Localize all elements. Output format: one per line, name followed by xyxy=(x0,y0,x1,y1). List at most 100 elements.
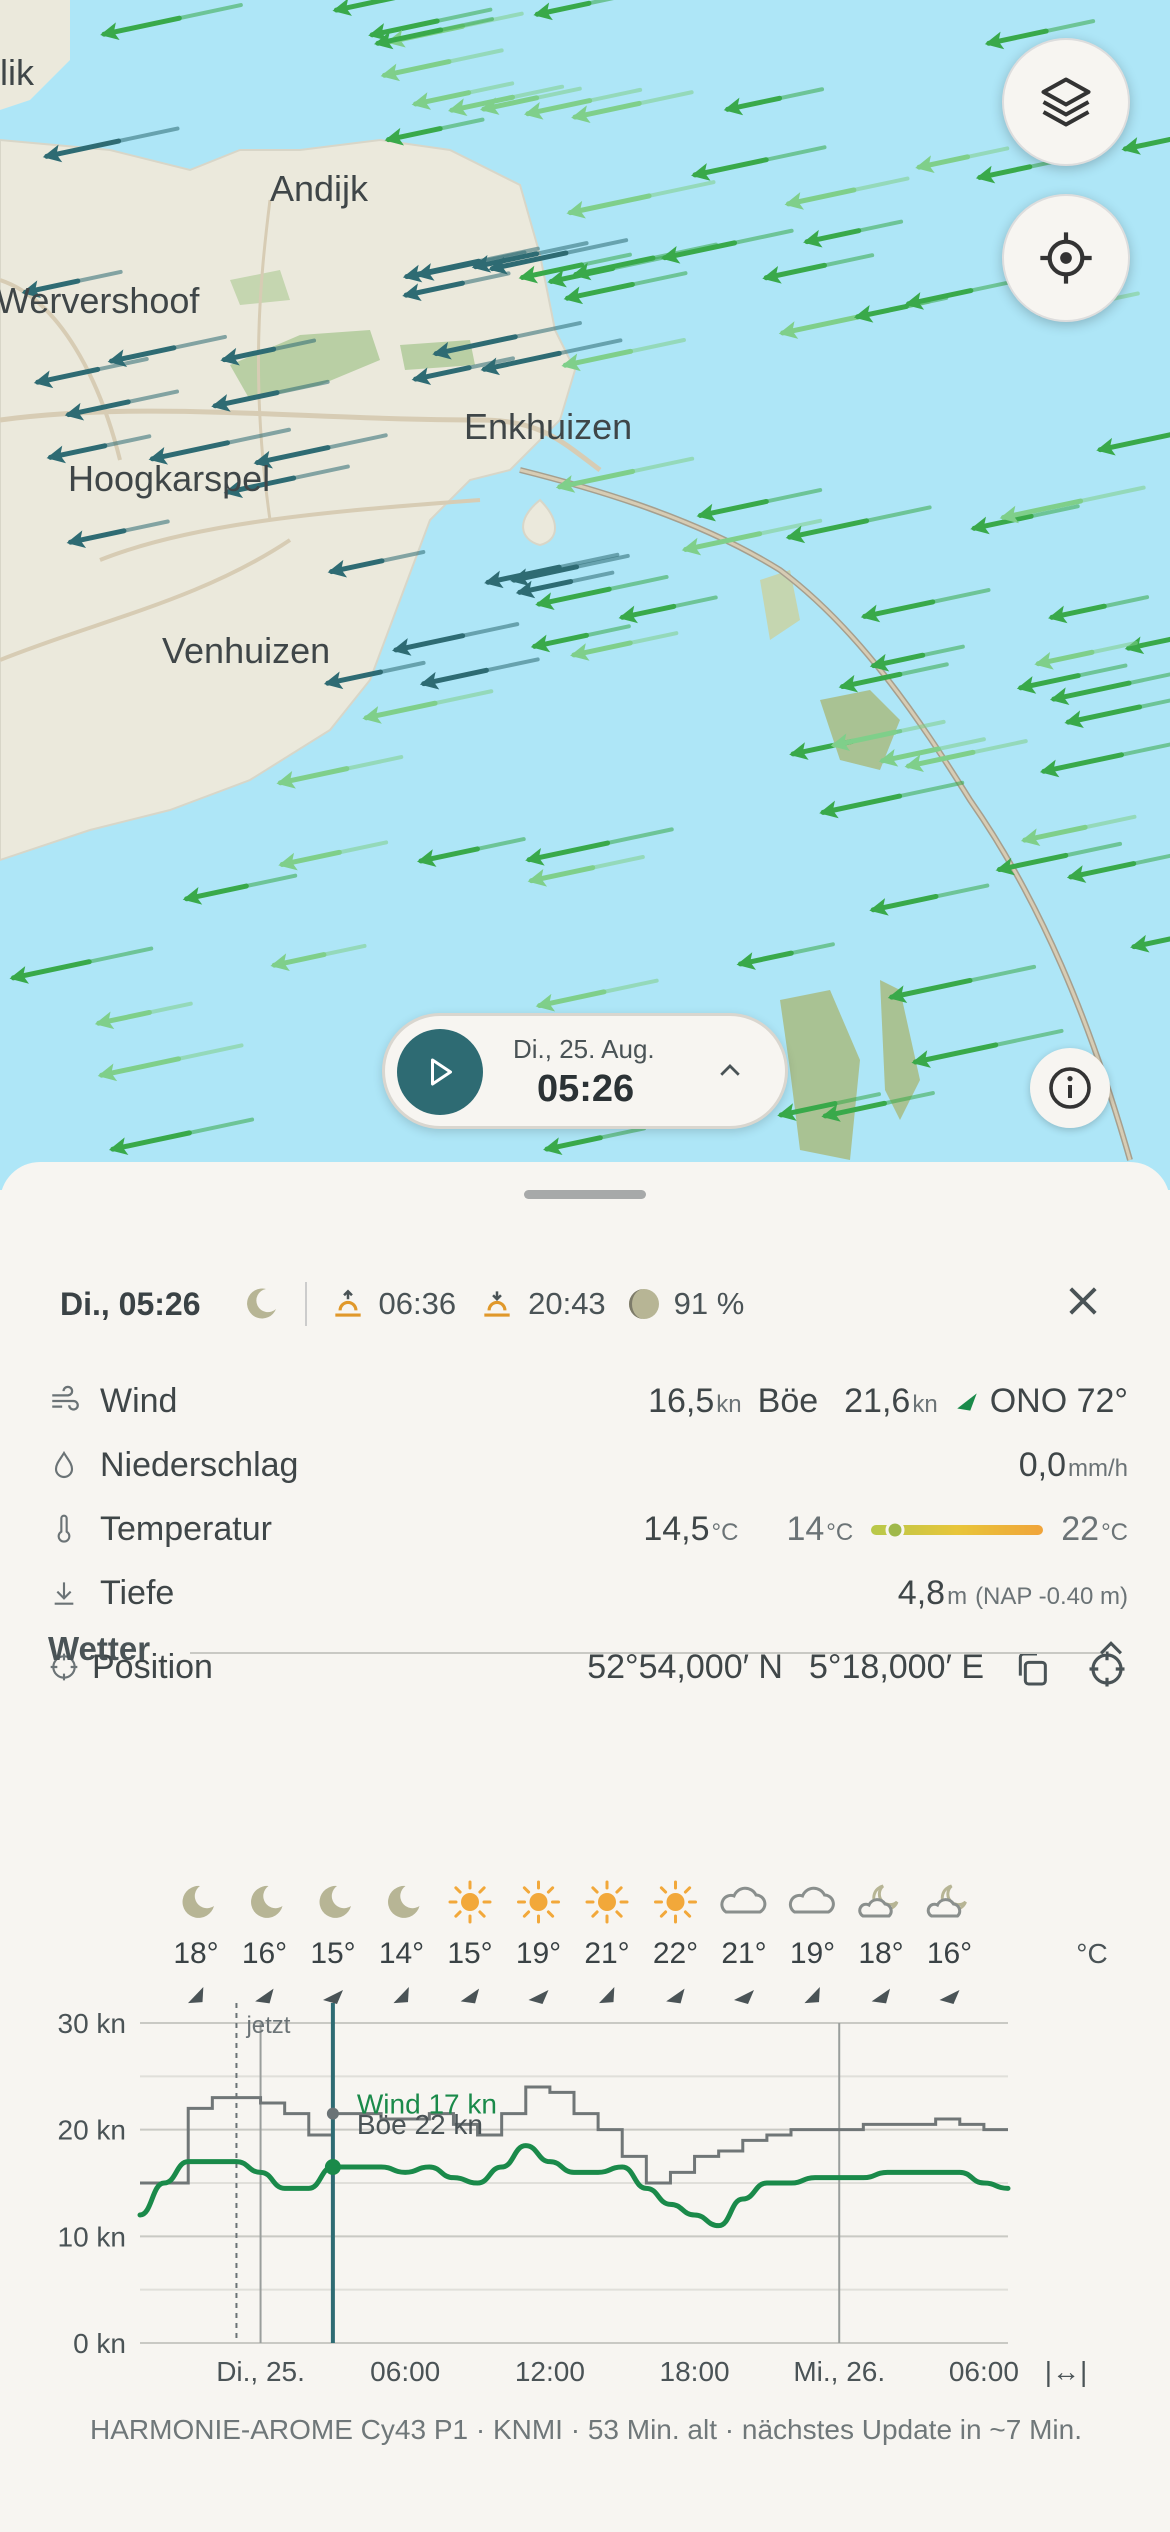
hour-temp: 16° xyxy=(242,1937,287,1970)
wind-forecast-chart[interactable]: 18° 16° 15° 14° 15° 19° 21° 22° 21° 19° 18° 16° °C 30… xyxy=(0,1860,1170,2400)
wind-arrow-icon xyxy=(915,146,1010,174)
wind-arrow-icon xyxy=(535,978,659,1012)
timeline-player[interactable]: Di., 25. Aug. 05:26 xyxy=(382,1013,788,1129)
precip-value: 0,0 xyxy=(1018,1446,1066,1484)
wind-arrow-icon xyxy=(803,219,904,248)
hour-temp: 22° xyxy=(653,1937,698,1970)
wind-arrow-icon xyxy=(97,1043,244,1082)
wind-direction: ONO 72° xyxy=(989,1382,1128,1420)
layers-button[interactable] xyxy=(1002,38,1130,166)
wind-arrow-icon xyxy=(278,840,389,871)
locate-button[interactable] xyxy=(1002,194,1130,322)
wind-arrow-icon xyxy=(108,1117,255,1156)
sun-icon xyxy=(517,1880,560,1924)
wind-direction-arrow-icon xyxy=(666,1988,685,2004)
precipitation-row: Niederschlag 0,0 mm/h xyxy=(48,1440,1128,1492)
wind-arrow-icon xyxy=(107,334,227,367)
play-button[interactable] xyxy=(397,1029,483,1115)
wind-arrow-icon xyxy=(1124,622,1170,655)
wind-direction-arrow-icon xyxy=(956,1392,977,1411)
wind-label: Wind xyxy=(100,1382,178,1420)
place-label: Hoogkarspel xyxy=(68,458,271,499)
wind-arrow-icon xyxy=(696,488,823,522)
wind-values: 16,5 kn Böe 21,6 kn ONO 72° xyxy=(648,1382,1128,1421)
wind-arrow-icon xyxy=(411,356,515,385)
wind-arrow-icon xyxy=(419,657,540,690)
model-source-footer: HARMONIE-AROME Cy43 P1 · KNMI · 53 Min. … xyxy=(90,2414,1082,2445)
wind-arrow-icon xyxy=(64,389,180,421)
y-tick-label: 30 kn xyxy=(58,2008,127,2039)
temp-value: 14,5 xyxy=(643,1510,710,1548)
temp-max-unit: °C xyxy=(1101,1519,1128,1546)
weather-section-header[interactable]: Wetter xyxy=(48,1618,1128,1678)
depth-unit: m xyxy=(947,1583,968,1610)
hour-temp: 14° xyxy=(379,1937,424,1970)
precip-label: Niederschlag xyxy=(100,1446,299,1484)
wind-arrow-icon xyxy=(327,550,426,578)
wind-arrow-icon xyxy=(270,943,367,972)
wind-direction-arrow-icon xyxy=(804,1986,820,2004)
temp-label: Temperatur xyxy=(100,1510,272,1548)
droplet-icon xyxy=(54,1450,74,1478)
wind-arrow-icon xyxy=(323,660,426,690)
y-tick-label: 10 kn xyxy=(58,2221,127,2252)
moon-phase-icon xyxy=(628,1289,659,1319)
close-icon[interactable] xyxy=(1062,1280,1104,1322)
gust-unit: kn xyxy=(912,1391,938,1418)
temp-unit: °C xyxy=(711,1519,739,1546)
chevron-up-icon[interactable] xyxy=(715,1056,745,1086)
info-button[interactable] xyxy=(1030,1048,1110,1128)
wind-arrow-icon xyxy=(555,456,695,493)
wind-arrow-icon xyxy=(100,3,243,41)
hour-temp: 21° xyxy=(584,1937,629,1970)
wind-arrow-icon xyxy=(566,180,716,219)
player-time: 05:26 xyxy=(537,1068,635,1110)
wind-direction-arrow-icon xyxy=(187,1986,204,2004)
x-tick-label: 18:00 xyxy=(660,2356,730,2387)
wind-arrow-icon xyxy=(570,631,679,661)
hour-temp: 21° xyxy=(721,1937,766,1970)
gust-label: Böe xyxy=(757,1382,819,1420)
wind-arrow-icon xyxy=(182,873,298,905)
precip-unit: mm/h xyxy=(1068,1455,1128,1482)
depth-row: Tiefe 4,8 m (NAP -0.40 m) xyxy=(48,1568,1128,1620)
wind-direction-arrow-icon xyxy=(460,1988,480,2004)
expand-range-button[interactable]: |↔| xyxy=(1045,2356,1088,2387)
temp-range-bar xyxy=(871,1520,1044,1539)
x-tick-label: 06:00 xyxy=(949,2356,1019,2387)
precip-values: 0,0 mm/h xyxy=(1019,1446,1128,1485)
chevron-up-icon[interactable] xyxy=(1094,1632,1128,1666)
layers-icon xyxy=(1041,77,1091,127)
wind-arrow-icon xyxy=(9,946,154,984)
wind-arrow-icon xyxy=(860,588,991,623)
wind-icon xyxy=(52,1385,79,1411)
wind-arrow-icon xyxy=(878,737,986,767)
wind-map[interactable]: Andijk Wervershoof Enkhuizen Hoogkarspel… xyxy=(0,0,1170,1190)
sheet-drag-handle[interactable] xyxy=(524,1190,646,1199)
sunrise-time: 06:36 xyxy=(378,1286,457,1321)
section-divider xyxy=(190,1652,1106,1654)
wind-arrow-icon xyxy=(819,780,965,819)
sunset-icon xyxy=(484,1291,510,1317)
wind-arrow-icon xyxy=(778,299,931,339)
depth-arrow-icon xyxy=(54,1582,74,1605)
hour-temp: 15° xyxy=(447,1937,492,1970)
wind-cursor-point xyxy=(324,2159,341,2175)
place-label: Andijk xyxy=(270,168,369,209)
wind-arrow-icon xyxy=(869,883,990,916)
wind-arrow-icon xyxy=(572,242,718,281)
wind-arrow-icon xyxy=(392,622,520,656)
sun-icon xyxy=(448,1880,492,1924)
wind-direction-arrow-icon xyxy=(598,1986,615,2004)
wind-arrow-icon xyxy=(525,827,674,866)
wind-arrow-icon xyxy=(561,338,686,372)
wind-arrow-icon xyxy=(691,145,827,181)
wind-direction-arrow-icon xyxy=(734,1990,754,2004)
temperature-row: Temperatur 14,5 °C 14 °C 22 °C xyxy=(48,1504,1128,1556)
temp-unit-label: °C xyxy=(1076,1938,1107,1969)
sun-icon xyxy=(654,1880,697,1924)
crosshair-icon xyxy=(1040,232,1092,284)
moon-cloud-icon xyxy=(858,1884,899,1918)
wind-direction-arrow-icon xyxy=(939,1990,960,2004)
player-date: Di., 25. Aug. xyxy=(513,1034,655,1064)
